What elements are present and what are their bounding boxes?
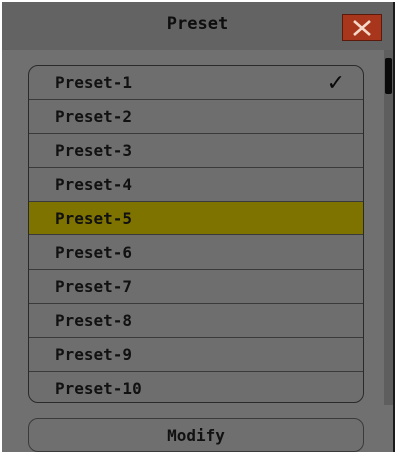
close-button[interactable] [342,14,382,41]
preset-row[interactable]: Preset-1 ✓ [29,66,363,100]
scrollbar-thumb[interactable] [385,58,392,94]
dialog-title: Preset [166,14,229,34]
preset-row-label: Preset-7 [55,277,133,296]
preset-row-label: Preset-1 [55,73,133,92]
checkmark-icon: ✓ [326,71,345,96]
preset-list: Preset-1 ✓ Preset-2 Preset-3 Preset-4 Preset-… [28,65,364,403]
preset-row-label: Preset-9 [55,345,133,364]
scrollbar[interactable] [384,50,393,405]
preset-row[interactable]: Preset-7 [29,270,363,304]
modify-button[interactable]: Modify [28,418,364,452]
preset-row[interactable]: Preset-6 [29,236,363,270]
preset-row-label: Preset-4 [55,175,133,194]
preset-dialog: Preset Preset-1 ✓ Preset-2 Preset-3 Preset-4… [2,2,395,452]
preset-row-label: Preset-10 [55,379,142,398]
preset-row[interactable]: Preset-10 [29,372,363,402]
preset-row-label: Preset-8 [55,311,133,330]
preset-row[interactable]: Preset-5 [29,201,363,235]
preset-row-label: Preset-2 [55,107,133,126]
preset-row-label: Preset-5 [55,209,133,228]
preset-row[interactable]: Preset-3 [29,134,363,168]
preset-row[interactable]: Preset-9 [29,338,363,372]
close-icon [353,19,371,36]
title-bar: Preset [2,2,393,50]
modify-button-label: Modify [167,426,225,445]
preset-row[interactable]: Preset-8 [29,304,363,338]
preset-row[interactable]: Preset-4 [29,168,363,202]
preset-row[interactable]: Preset-2 [29,100,363,134]
preset-row-label: Preset-6 [55,243,133,262]
preset-row-label: Preset-3 [55,141,133,160]
